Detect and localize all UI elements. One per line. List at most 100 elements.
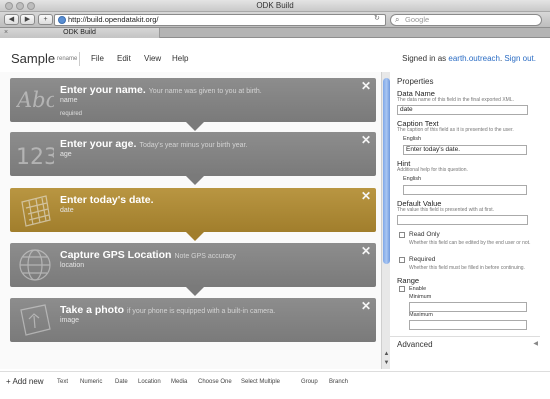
- question-data-name: name: [60, 97, 78, 104]
- scroll-thumb[interactable]: [383, 78, 390, 264]
- hint-input[interactable]: [403, 185, 527, 195]
- add-new-label: Add new: [12, 377, 44, 386]
- menu-view[interactable]: View: [144, 54, 161, 63]
- signed-in-status: Signed in as earth.outreach. Sign out.: [402, 54, 536, 63]
- default-value-desc: The value this field is presented with a…: [397, 207, 494, 213]
- forward-button[interactable]: ▶: [20, 14, 35, 25]
- app-header: Sample rename File Edit View Help Signed…: [0, 39, 550, 72]
- add-group-button[interactable]: Group: [301, 379, 318, 385]
- range-maximum-label: Maximum: [409, 312, 433, 318]
- rename-link[interactable]: rename: [57, 56, 77, 62]
- add-control-bar: + Add new Text Numeric Date Location Med…: [0, 371, 550, 399]
- advanced-label: Advanced: [397, 340, 433, 349]
- question-card-selected[interactable]: Enter today's date. date ✕: [10, 188, 376, 241]
- data-name-input[interactable]: date: [397, 105, 528, 115]
- window-titlebar: ODK Build: [0, 0, 550, 12]
- question-title: Capture GPS Location: [60, 249, 172, 261]
- read-only-desc: Whether this field can be edited by the …: [409, 240, 531, 246]
- svg-text:123: 123: [16, 145, 54, 170]
- scroll-down-icon[interactable]: ▼: [383, 360, 390, 367]
- close-tab-icon[interactable]: ×: [4, 28, 8, 38]
- tab-label: ODK Build: [63, 29, 96, 36]
- delete-question-button[interactable]: ✕: [361, 133, 371, 147]
- text-abc-icon: Abc: [16, 88, 54, 112]
- question-title: Enter your name.: [60, 84, 146, 96]
- question-card[interactable]: Abc Enter your name. Your name was given …: [10, 78, 376, 131]
- numeric-123-icon: 123: [16, 145, 54, 170]
- caption-input[interactable]: Enter today's date.: [403, 145, 527, 155]
- question-title: Enter today's date.: [60, 194, 154, 206]
- browser-toolbar: ◀ ▶ + http://build.opendatakit.org/ ↻ ⌕ …: [0, 12, 550, 28]
- question-title: Enter your age.: [60, 138, 137, 150]
- sign-out-link[interactable]: Sign out.: [504, 54, 536, 63]
- delete-question-button[interactable]: ✕: [361, 79, 371, 93]
- workspace-scrollbar[interactable]: ▲ ▼: [381, 72, 390, 369]
- range-maximum-input[interactable]: [409, 320, 527, 330]
- add-media-button[interactable]: Media: [171, 379, 187, 385]
- delete-question-button[interactable]: ✕: [361, 244, 371, 258]
- question-data-name: date: [60, 207, 74, 214]
- add-numeric-button[interactable]: Numeric: [80, 379, 102, 385]
- delete-question-button[interactable]: ✕: [361, 189, 371, 203]
- menu-edit[interactable]: Edit: [117, 54, 131, 63]
- menu-help[interactable]: Help: [172, 54, 188, 63]
- add-choose-one-button[interactable]: Choose One: [198, 379, 232, 385]
- card-notch: [186, 232, 204, 241]
- back-button[interactable]: ◀: [4, 14, 19, 25]
- question-data-name: age: [60, 151, 72, 158]
- search-placeholder: Google: [405, 15, 430, 24]
- search-input[interactable]: ⌕ Google: [390, 14, 542, 26]
- question-hint: Your name was given to you at birth.: [148, 88, 262, 95]
- question-data-name: image: [60, 317, 80, 324]
- data-name-desc: The data name of this field in the final…: [397, 97, 515, 103]
- add-branch-button[interactable]: Branch: [329, 379, 348, 385]
- address-bar[interactable]: http://build.opendatakit.org/: [54, 14, 386, 26]
- svg-text:Abc: Abc: [16, 88, 54, 112]
- range-enable-label: Enable: [409, 286, 427, 292]
- read-only-label: Read Only: [409, 231, 440, 238]
- scroll-up-icon[interactable]: ▲: [383, 351, 390, 358]
- range-label: Range: [397, 276, 420, 285]
- menu-file[interactable]: File: [91, 54, 104, 63]
- question-card[interactable]: Take a photo if your phone is equipped wi…: [10, 298, 376, 342]
- tab-odk-build[interactable]: × ODK Build: [0, 28, 160, 38]
- user-link[interactable]: earth.outreach: [448, 54, 500, 63]
- image-icon: [20, 304, 51, 336]
- signed-in-prefix: Signed in as: [402, 54, 447, 63]
- delete-question-button[interactable]: ✕: [361, 299, 371, 313]
- form-title: Sample: [11, 51, 56, 66]
- card-notch: [186, 122, 204, 131]
- add-text-button[interactable]: Text: [57, 379, 68, 385]
- read-only-checkbox[interactable]: [399, 232, 405, 238]
- properties-title: Properties: [397, 77, 434, 86]
- add-location-button[interactable]: Location: [138, 379, 161, 385]
- form-workspace: Abc Enter your name. Your name was given …: [0, 72, 390, 369]
- caption-desc: The caption of this field as it is prese…: [397, 127, 514, 133]
- expand-triangle-icon: ◀: [533, 341, 538, 347]
- plus-icon: +: [6, 377, 11, 386]
- question-title: Take a photo: [60, 304, 124, 316]
- reload-icon[interactable]: ↻: [374, 14, 380, 22]
- default-value-input[interactable]: [397, 215, 528, 225]
- window-title: ODK Build: [256, 1, 294, 10]
- question-hint: Note GPS accuracy: [174, 253, 236, 260]
- question-card[interactable]: Capture GPS Location Note GPS accuracy lo…: [10, 243, 376, 296]
- globe-icon: [19, 249, 51, 281]
- question-hint: if your phone is equipped with a built-i…: [126, 308, 276, 315]
- required-label: required: [60, 111, 83, 117]
- advanced-section-toggle[interactable]: Advanced ◀: [390, 336, 540, 349]
- search-icon: ⌕: [395, 15, 400, 24]
- add-date-button[interactable]: Date: [115, 379, 128, 385]
- globe-icon: [58, 16, 66, 24]
- add-tab-button[interactable]: +: [38, 14, 53, 25]
- caption-lang-label: English: [403, 136, 422, 142]
- add-select-multiple-button[interactable]: Select Multiple: [241, 379, 280, 385]
- tab-bar: × ODK Build: [0, 28, 550, 38]
- range-enable-checkbox[interactable]: [399, 286, 405, 292]
- required-label: Required: [409, 256, 436, 263]
- required-checkbox[interactable]: [399, 257, 405, 263]
- properties-panel: Properties Data Name The data name of th…: [390, 72, 550, 358]
- range-minimum-input[interactable]: [409, 302, 527, 312]
- question-card[interactable]: 123 Enter your age. Today's year minus yo…: [10, 132, 376, 185]
- hint-lang-label: English: [403, 176, 422, 182]
